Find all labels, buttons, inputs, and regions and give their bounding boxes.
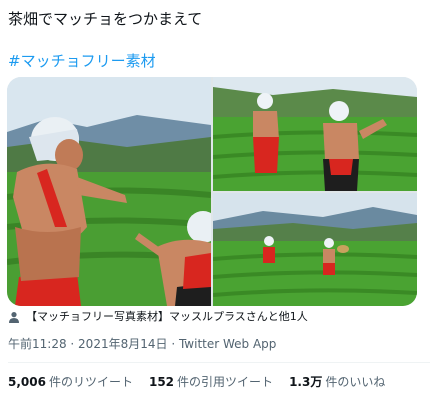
person-icon	[9, 312, 19, 323]
meta-separator: ·	[167, 337, 179, 351]
photo-2-image	[213, 77, 417, 191]
photo-2[interactable]	[213, 77, 417, 191]
photo-3-image	[213, 193, 417, 306]
retweets-count: 5,006	[8, 375, 46, 389]
meta-separator: ·	[66, 337, 79, 351]
likes-count: 1.3万	[289, 375, 323, 389]
tweet-client[interactable]: Twitter Web App	[179, 337, 276, 351]
tweet-text: 茶畑でマッチョをつかまえて #マッチョフリー素材	[8, 8, 428, 72]
tagged-users[interactable]: 【マッチョフリー写真素材】マッスルプラスさんと他1人	[8, 309, 432, 325]
quotes-label: 件の引用ツイート	[177, 375, 274, 389]
retweets-label: 件のリツイート	[48, 375, 133, 389]
tweet-metadata: 午前11:28 · 2021年8月14日 · Twitter Web App	[8, 336, 276, 352]
quotes-count: 152	[148, 375, 175, 389]
tagged-users-text[interactable]: 【マッチョフリー写真素材】マッスルプラスさんと他1人	[26, 309, 308, 325]
media-grid	[7, 77, 417, 306]
likes-label: 件のいいね	[325, 375, 386, 389]
tweet-time[interactable]: 午前11:28	[8, 337, 67, 351]
photo-1-image	[7, 77, 211, 306]
photo-3[interactable]	[213, 193, 417, 306]
tweet-stats: 5,006 件のリツイート 152 件の引用ツイート 1.3万 件のいいね	[8, 374, 385, 390]
quotes-stat[interactable]: 152 件の引用ツイート	[149, 374, 273, 390]
retweets-stat[interactable]: 5,006 件のリツイート	[8, 374, 133, 390]
tweet-date[interactable]: 2021年8月14日	[78, 337, 167, 351]
divider	[8, 362, 430, 363]
tweet-text-line: 茶畑でマッチョをつかまえて	[8, 10, 203, 28]
hashtag-link[interactable]: #マッチョフリー素材	[8, 52, 156, 70]
photo-1[interactable]	[7, 77, 211, 306]
likes-stat[interactable]: 1.3万 件のいいね	[289, 374, 385, 390]
